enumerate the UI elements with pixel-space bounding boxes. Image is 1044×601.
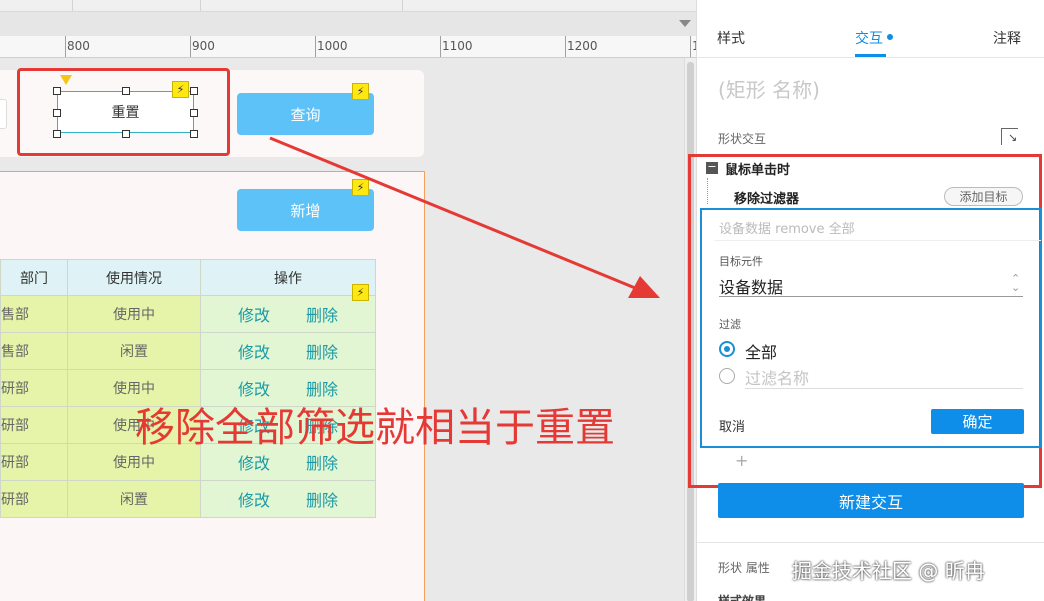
rotation-handle-icon[interactable]: [60, 75, 72, 85]
tab-style[interactable]: 样式: [717, 28, 745, 48]
collapse-icon[interactable]: −: [706, 161, 718, 174]
style-effect-label[interactable]: 样式效果: [718, 592, 766, 601]
cell-dept: 研部: [0, 369, 68, 407]
cancel-button[interactable]: 取消: [719, 416, 745, 435]
cell-dept: 售部: [0, 332, 68, 370]
tab-notes[interactable]: 注释: [993, 28, 1021, 48]
ruler-label: 1200: [567, 39, 598, 53]
cell-dept: 研部: [0, 480, 68, 518]
resize-handle[interactable]: [53, 87, 61, 95]
cell-actions: 修改 删除: [200, 295, 376, 333]
ruler-label: 1100: [442, 39, 473, 53]
filter-input[interactable]: [0, 99, 7, 129]
divider: [715, 240, 1041, 241]
shape-name-field[interactable]: (矩形 名称): [718, 74, 820, 103]
new-interaction-button[interactable]: 新建交互: [718, 483, 1024, 518]
shape-interaction-label: 形状交互: [718, 132, 767, 146]
lightning-icon[interactable]: ⚡: [352, 83, 369, 100]
event-label[interactable]: 鼠标单击时: [725, 159, 790, 178]
resize-handle[interactable]: [53, 130, 61, 138]
delete-link[interactable]: 删除: [306, 306, 338, 325]
add-target-button[interactable]: 添加目标: [944, 187, 1023, 206]
lightning-icon[interactable]: ⚡: [172, 81, 189, 98]
cell-actions: 修改 删除: [200, 480, 376, 518]
toolbar-separator: [72, 0, 73, 11]
design-canvas[interactable]: 重置 ⚡ 查询 ⚡ 新增 ⚡ 部门 使用情况 操作 售部 使用中 修改 删除 售部…: [0, 58, 684, 601]
ruler-label: 800: [67, 39, 90, 53]
cell-actions: 修改 删除: [200, 332, 376, 370]
radio-all[interactable]: [719, 341, 735, 357]
inspector-tabs: 样式 交互 注释: [697, 0, 1044, 58]
resize-handle[interactable]: [190, 87, 198, 95]
ruler-tick: [690, 36, 691, 57]
radio-all-label[interactable]: 全部: [745, 339, 777, 363]
cell-dept: 售部: [0, 295, 68, 333]
data-table: 部门 使用情况 操作 售部 使用中 修改 删除 售部 闲置 修改 删除 研部 使用中…: [0, 259, 376, 518]
tree-connector: [707, 178, 708, 204]
cell-dept: 研部: [0, 443, 68, 481]
cell-status: 闲置: [67, 480, 201, 518]
action-description: 设备数据 remove 全部: [719, 222, 855, 237]
filter-label: 过滤: [719, 318, 741, 331]
table-row: 研部 闲置 修改 删除: [0, 480, 376, 518]
resize-handle[interactable]: [122, 87, 130, 95]
edit-link[interactable]: 修改: [238, 454, 270, 473]
toolbar-separator: [200, 0, 201, 11]
updown-caret-icon[interactable]: ⌃ ⌄: [1011, 273, 1020, 293]
edit-link[interactable]: 修改: [238, 343, 270, 362]
tab-indicator-dot: [887, 34, 893, 40]
header-actions: 操作: [200, 259, 376, 296]
ruler-label: 1000: [317, 39, 348, 53]
cell-status: 闲置: [67, 332, 201, 370]
ruler-tick: [565, 36, 566, 57]
cell-dept: 研部: [0, 406, 68, 444]
divider: [697, 542, 1044, 543]
target-label: 目标元件: [719, 255, 763, 268]
lightning-icon[interactable]: ⚡: [352, 284, 369, 301]
delete-link[interactable]: 删除: [306, 454, 338, 473]
lightning-icon[interactable]: ⚡: [352, 179, 369, 196]
target-select[interactable]: 设备数据: [719, 274, 783, 298]
table-header-row: 部门 使用情况 操作: [0, 259, 376, 296]
tab-interaction[interactable]: 交互: [855, 28, 883, 48]
shape-attributes-label[interactable]: 形状 属性: [718, 559, 770, 576]
resize-handle[interactable]: [122, 130, 130, 138]
filter-name-input[interactable]: 过滤名称: [745, 365, 809, 389]
resize-handle[interactable]: [190, 130, 198, 138]
ruler-tick: [190, 36, 191, 57]
toolbar-strip: [0, 0, 696, 12]
table-row: 售部 闲置 修改 删除: [0, 332, 376, 370]
radio-filter-name[interactable]: [719, 368, 735, 384]
cell-status: 使用中: [67, 295, 201, 333]
add-action-icon[interactable]: +: [735, 451, 748, 470]
edit-link[interactable]: 修改: [238, 306, 270, 325]
toolbar-separator: [402, 0, 403, 11]
ruler-tick: [65, 36, 66, 57]
delete-link[interactable]: 删除: [306, 491, 338, 510]
resize-handle[interactable]: [53, 109, 61, 117]
header-status: 使用情况: [67, 259, 201, 296]
header-dept: 部门: [0, 259, 68, 296]
inspector-panel: 样式 交互 注释 (矩形 名称) 形状交互 − 鼠标单击时 移除过滤器 添加目标…: [688, 0, 1044, 601]
dropdown-arrow-icon[interactable]: [679, 20, 691, 27]
active-tab-underline: [855, 54, 886, 57]
ok-button[interactable]: 确定: [931, 409, 1024, 434]
ruler-tick: [440, 36, 441, 57]
delete-link[interactable]: 删除: [306, 343, 338, 362]
ruler-label: 900: [192, 39, 215, 53]
ruler-tick: [315, 36, 316, 57]
resize-handle[interactable]: [190, 109, 198, 117]
horizontal-ruler: 800 900 1000 1100 1200 1: [0, 36, 696, 58]
table-row: 售部 使用中 修改 删除: [0, 295, 376, 333]
input-underline: [745, 388, 1023, 389]
select-cursor-icon[interactable]: [1001, 128, 1018, 145]
edit-link[interactable]: 修改: [238, 491, 270, 510]
watermark: 掘金技术社区 @ 昕冉: [792, 559, 985, 583]
select-underline: [719, 296, 1023, 297]
annotation-caption: 移除全部筛选就相当于重置: [135, 405, 615, 451]
action-label[interactable]: 移除过滤器: [734, 188, 799, 207]
